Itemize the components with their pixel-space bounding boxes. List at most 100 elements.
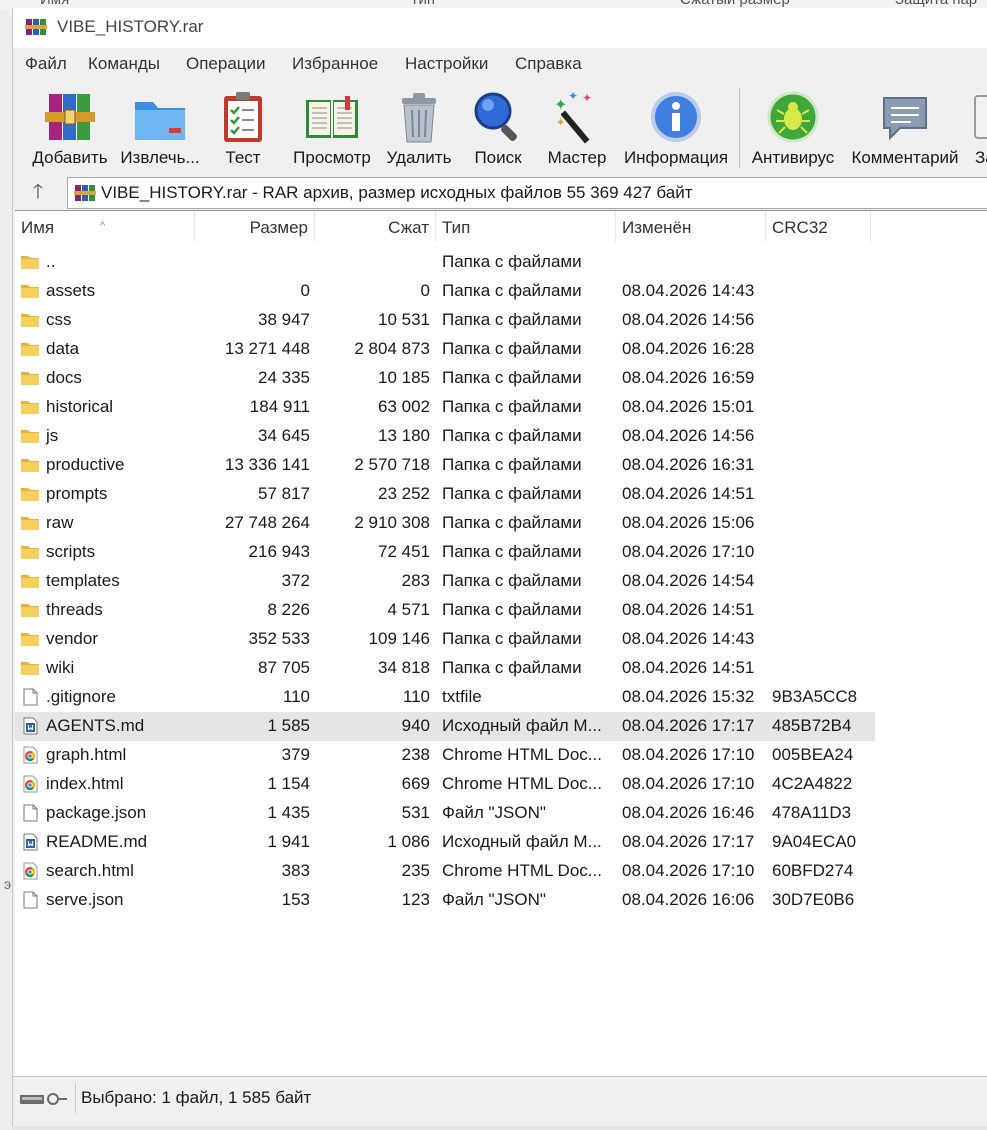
file-type: Папка с файлами [442, 658, 582, 677]
folder-icon [20, 398, 40, 416]
file-crc: 005BEA24 [772, 745, 854, 764]
table-row[interactable]: index.html 1 154 669 Chrome HTML Doc... 08.0… [15, 770, 875, 799]
file-modified: 08.04.2026 15:06 [622, 513, 755, 532]
file-modified: 08.04.2026 14:51 [622, 600, 755, 619]
up-arrow-icon[interactable]: 🡑 [23, 180, 53, 204]
file-crc: 9B3A5CC8 [772, 687, 858, 706]
file-size: 216 943 [248, 542, 310, 561]
folder-icon [20, 253, 40, 271]
find-button[interactable]: Поиск [463, 84, 533, 170]
table-row[interactable]: data 13 271 448 2 804 873 Папка с файлами 08… [15, 335, 875, 364]
table-row[interactable]: serve.json 153 123 Файл "JSON" 08.04.2026 16… [15, 886, 875, 915]
file-modified: 08.04.2026 17:10 [622, 861, 755, 880]
add-label: Добавить [32, 148, 108, 167]
table-row[interactable]: wiki 87 705 34 818 Папка с файлами 08.04.202… [15, 654, 875, 683]
column-name-label: Имя [21, 218, 55, 237]
file-type: Папка с файлами [442, 339, 582, 358]
file-size: 27 748 264 [224, 513, 310, 532]
table-row[interactable]: vendor 352 533 109 146 Папка с файлами 08.04… [15, 625, 875, 654]
table-row[interactable]: historical 184 911 63 002 Папка с файлами 08… [15, 393, 875, 422]
file-packed: 2 570 718 [354, 455, 430, 474]
background-window-edge: э [0, 10, 12, 1130]
table-row[interactable]: productive 13 336 141 2 570 718 Папка с фай… [15, 451, 875, 480]
table-row[interactable]: graph.html 379 238 Chrome HTML Doc... 08.04.… [15, 741, 875, 770]
table-row[interactable]: README.md 1 941 1 086 Исходный файл M... 08.… [15, 828, 875, 857]
column-size[interactable]: Размер [195, 211, 315, 242]
column-packed[interactable]: Сжат [315, 211, 436, 242]
file-name: vendor [46, 629, 98, 648]
menu-help[interactable]: Справка [515, 54, 582, 74]
view-button[interactable]: Просмотр [287, 84, 377, 170]
file-modified: 08.04.2026 16:46 [622, 803, 755, 822]
add-archive-icon [45, 94, 95, 140]
column-modified[interactable]: Изменён [616, 211, 766, 242]
file-type: Папка с файлами [442, 600, 582, 619]
table-row[interactable]: search.html 383 235 Chrome HTML Doc... 08.04… [15, 857, 875, 886]
table-row[interactable]: package.json 1 435 531 Файл "JSON" 08.04.202… [15, 799, 875, 828]
file-name: templates [46, 571, 120, 590]
column-crc[interactable]: CRC32 [766, 211, 871, 242]
column-crc-label: CRC32 [772, 218, 828, 237]
wizard-button[interactable]: ✦ ✦ ✦ ✦ Мастер [541, 84, 613, 170]
file-name: package.json [46, 803, 147, 822]
file-modified: 08.04.2026 14:51 [622, 484, 755, 503]
table-row[interactable]: assets 0 0 Папка с файлами 08.04.2026 14:43 [15, 277, 875, 306]
protect-label: За [975, 148, 987, 167]
menu-favorites[interactable]: Избранное [292, 54, 378, 74]
extract-label: Извлечь... [120, 148, 200, 167]
file-name: scripts [46, 542, 96, 561]
file-type: Папка с файлами [442, 571, 582, 590]
menu-operations[interactable]: Операции [186, 54, 266, 74]
file-type: Исходный файл M... [442, 832, 602, 851]
table-row[interactable]: AGENTS.md 1 585 940 Исходный файл M... 08.04… [15, 712, 875, 741]
chrome-html-icon [20, 746, 40, 764]
antivirus-button[interactable]: Антивирус [747, 84, 839, 170]
file-type: Файл "JSON" [442, 803, 546, 822]
status-bar: Выбрано: 1 файл, 1 585 байт [13, 1076, 987, 1119]
folder-icon [20, 601, 40, 619]
menu-bar: Файл Команды Операции Избранное Настройк… [13, 50, 987, 78]
table-row[interactable]: scripts 216 943 72 451 Папка с файлами 08.04… [15, 538, 875, 567]
bg-column-protect: Защита пар [895, 0, 977, 8]
column-name[interactable]: Имя ^ [15, 211, 195, 242]
table-row[interactable]: threads 8 226 4 571 Папка с файлами 08.04.20… [15, 596, 875, 625]
toolbar: Добавить Извлечь... Тест Просмотр Удалит… [13, 80, 987, 174]
file-name: index.html [46, 774, 124, 793]
file-type: Папка с файлами [442, 397, 582, 416]
protect-button[interactable]: За [967, 84, 987, 170]
extract-button[interactable]: Извлечь... [117, 84, 203, 170]
title-bar[interactable]: VIBE_HISTORY.rar [13, 8, 987, 48]
address-field[interactable]: VIBE_HISTORY.rar - RAR архив, размер исх… [67, 177, 987, 209]
file-list[interactable]: Имя ^ Размер Сжат Тип Изменён CRC32 .. Па… [15, 210, 987, 1077]
file-crc: 485B72B4 [772, 716, 852, 735]
drive-key-icon [20, 1093, 67, 1105]
table-row[interactable]: .. Папка с файлами [15, 248, 875, 277]
file-packed: 238 [401, 745, 430, 764]
file-modified: 08.04.2026 14:43 [622, 281, 755, 300]
info-button[interactable]: Информация [619, 84, 733, 170]
table-row[interactable]: raw 27 748 264 2 910 308 Папка с файлами 08.… [15, 509, 875, 538]
menu-settings[interactable]: Настройки [405, 54, 488, 74]
menu-commands[interactable]: Команды [88, 54, 160, 74]
table-row[interactable]: docs 24 335 10 185 Папка с файлами 08.04.202… [15, 364, 875, 393]
file-type: Папка с файлами [442, 426, 582, 445]
table-row[interactable]: prompts 57 817 23 252 Папка с файлами 08.04.… [15, 480, 875, 509]
table-row[interactable]: .gitignore 110 110 txtfile 08.04.2026 15:32 9… [15, 683, 875, 712]
file-modified: 08.04.2026 17:10 [622, 542, 755, 561]
file-modified: 08.04.2026 16:31 [622, 455, 755, 474]
table-row[interactable]: templates 372 283 Папка с файлами 08.04.2026… [15, 567, 875, 596]
add-button[interactable]: Добавить [25, 84, 115, 170]
test-button[interactable]: Тест [209, 84, 277, 170]
file-size: 1 435 [267, 803, 310, 822]
file-crc: 4C2A4822 [772, 774, 853, 793]
table-row[interactable]: js 34 645 13 180 Папка с файлами 08.04.2026 … [15, 422, 875, 451]
column-type[interactable]: Тип [436, 211, 616, 242]
file-name: raw [46, 513, 74, 532]
file-size: 87 705 [258, 658, 310, 677]
status-divider [75, 1083, 76, 1113]
comment-button[interactable]: Комментарий [847, 84, 963, 170]
file-type: Chrome HTML Doc... [442, 774, 602, 793]
menu-file[interactable]: Файл [25, 54, 67, 74]
delete-button[interactable]: Удалить [383, 84, 455, 170]
table-row[interactable]: css 38 947 10 531 Папка с файлами 08.04.2026… [15, 306, 875, 335]
